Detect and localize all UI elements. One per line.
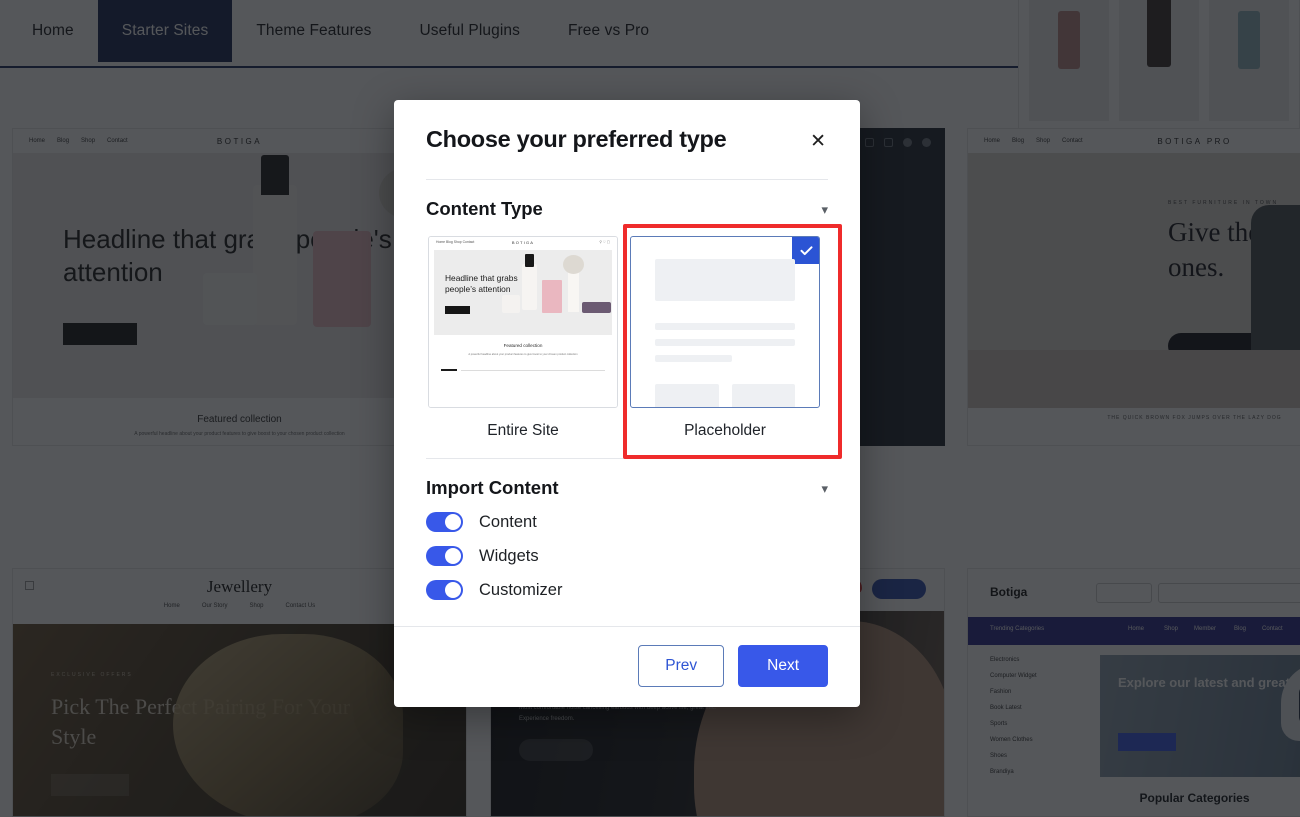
modal-title: Choose your preferred type xyxy=(426,126,727,152)
toggle-row-customizer: Customizer xyxy=(394,573,860,607)
modal-footer: Prev Next xyxy=(394,626,860,707)
toggle-label-widgets: Widgets xyxy=(479,546,539,565)
content-type-options: Home Blog Shop Contact BOTIGA ⚲ ♡ ▢ Head… xyxy=(394,220,860,440)
toggle-row-widgets: Widgets xyxy=(394,539,860,573)
next-button[interactable]: Next xyxy=(738,645,828,687)
prev-button[interactable]: Prev xyxy=(638,645,725,687)
content-type-label-entire-site: Entire Site xyxy=(487,422,559,439)
content-type-option-placeholder[interactable]: Placeholder xyxy=(624,232,826,440)
preferred-type-modal: Choose your preferred type ✕ Content Typ… xyxy=(394,100,860,707)
placeholder-skeleton xyxy=(631,237,819,407)
toggle-content[interactable] xyxy=(426,512,463,532)
chevron-down-icon[interactable]: ▾ xyxy=(821,203,828,216)
content-type-label-placeholder: Placeholder xyxy=(684,422,766,439)
chevron-down-icon-2[interactable]: ▾ xyxy=(821,482,828,495)
section-content-type-header[interactable]: Content Type ▾ xyxy=(394,180,860,220)
toggle-label-customizer: Customizer xyxy=(479,580,563,599)
section-title-content-type: Content Type xyxy=(426,198,543,219)
close-icon[interactable]: ✕ xyxy=(808,126,828,157)
section-title-import-content: Import Content xyxy=(426,477,559,498)
toggle-customizer[interactable] xyxy=(426,580,463,600)
placeholder-thumbnail xyxy=(630,236,820,408)
section-import-content-header[interactable]: Import Content ▾ xyxy=(394,459,860,499)
entire-site-thumbnail: Home Blog Shop Contact BOTIGA ⚲ ♡ ▢ Head… xyxy=(428,236,618,408)
toggle-row-content: Content xyxy=(394,505,860,539)
content-type-option-entire-site[interactable]: Home Blog Shop Contact BOTIGA ⚲ ♡ ▢ Head… xyxy=(422,232,624,440)
toggle-label-content: Content xyxy=(479,512,537,531)
toggle-widgets[interactable] xyxy=(426,546,463,566)
import-content-toggles: Content Widgets Customizer xyxy=(394,499,860,607)
